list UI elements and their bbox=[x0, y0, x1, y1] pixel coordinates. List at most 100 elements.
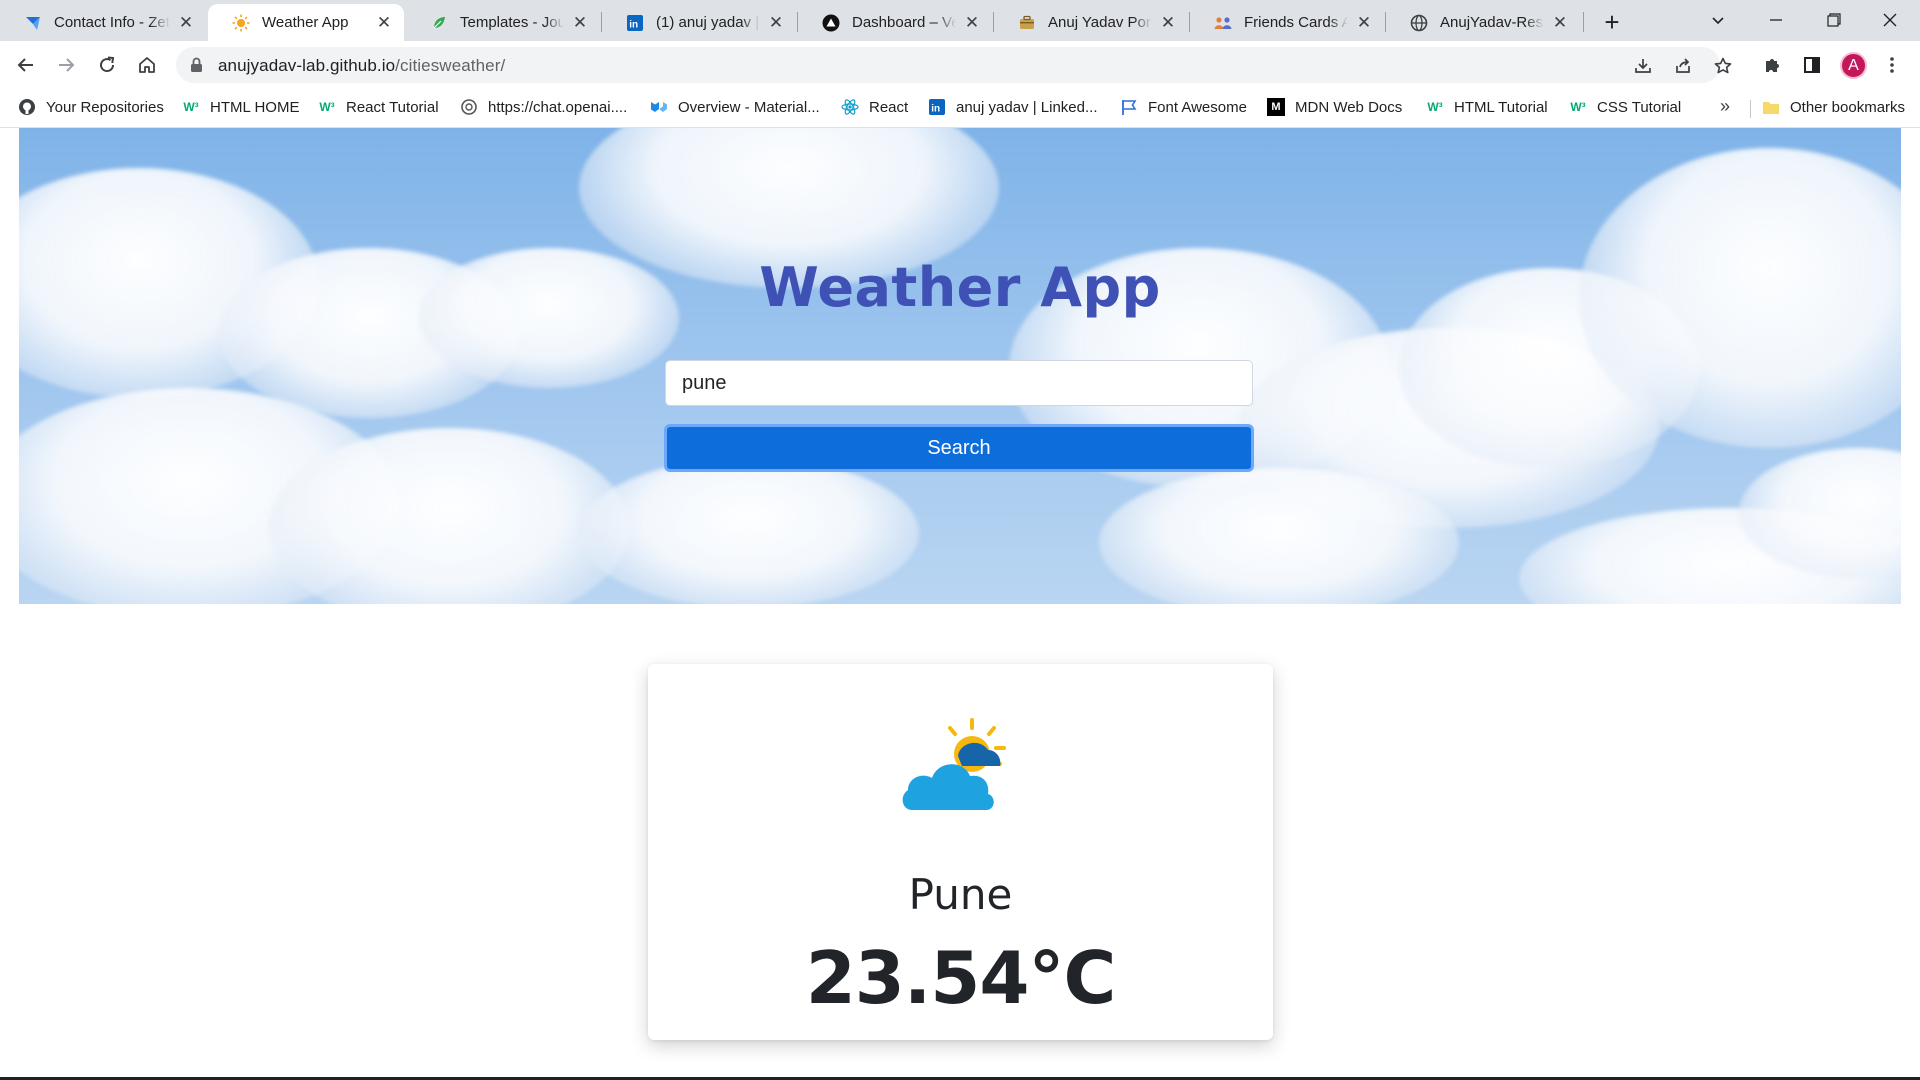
tab-title: Anuj Yadav Portfolio bbox=[1048, 14, 1152, 31]
w3schools-icon: W³ bbox=[1570, 100, 1586, 114]
bookmark-label: Font Awesome bbox=[1148, 98, 1247, 116]
bookmark-label: Overview - Material... bbox=[678, 98, 820, 116]
close-window-icon[interactable] bbox=[1870, 6, 1910, 34]
bookmark-label: Your Repositories bbox=[46, 98, 164, 116]
globe-icon bbox=[1410, 14, 1428, 32]
tab-linkedin[interactable]: in (1) anuj yadav | LinkedIn ✕ bbox=[602, 4, 796, 41]
tab-title: Dashboard – Vercel bbox=[852, 14, 956, 31]
close-tab-icon[interactable]: ✕ bbox=[766, 13, 786, 33]
vercel-icon bbox=[822, 14, 840, 32]
bookmark-mdn[interactable]: M MDN Web Docs bbox=[1267, 98, 1402, 116]
github-icon bbox=[18, 98, 36, 116]
bookmark-label: MDN Web Docs bbox=[1295, 98, 1403, 116]
url-text[interactable]: anujyadav-lab.github.io/citiesweather/ bbox=[218, 56, 505, 76]
w3schools-icon: W³ bbox=[319, 100, 335, 114]
tab-divider bbox=[1583, 12, 1584, 32]
restore-icon[interactable] bbox=[1814, 6, 1854, 34]
tab-search-icon[interactable] bbox=[1698, 6, 1738, 34]
weather-result-card: Pune 23.54°C bbox=[648, 664, 1273, 1040]
tab-templates[interactable]: Templates - Journal ✕ bbox=[406, 4, 600, 41]
journal-icon bbox=[430, 14, 448, 32]
bookmark-label: React Tutorial bbox=[346, 98, 439, 116]
close-tab-icon[interactable]: ✕ bbox=[1354, 13, 1374, 33]
tab-friends-cards[interactable]: Friends Cards App ✕ bbox=[1190, 4, 1384, 41]
sun-icon bbox=[232, 14, 250, 32]
bookmark-label: Other bookmarks bbox=[1790, 98, 1906, 116]
bookmarks-bar: Your Repositories W³ HTML HOME W³ React … bbox=[0, 90, 1920, 128]
svg-text:in: in bbox=[629, 19, 638, 30]
w3schools-icon: W³ bbox=[183, 100, 199, 114]
city-search-input[interactable] bbox=[665, 360, 1253, 406]
folder-icon bbox=[1762, 98, 1780, 116]
bookmark-react[interactable]: React bbox=[841, 98, 908, 116]
close-tab-icon[interactable]: ✕ bbox=[1158, 13, 1178, 33]
react-icon bbox=[841, 98, 859, 116]
tab-vercel-dashboard[interactable]: Dashboard – Vercel ✕ bbox=[798, 4, 992, 41]
flag-icon bbox=[1120, 98, 1138, 116]
url-host: anujyadav-lab.github.io bbox=[218, 56, 396, 75]
reload-icon[interactable] bbox=[91, 49, 123, 81]
tab-resume[interactable]: AnujYadav-Resume ✕ bbox=[1386, 4, 1580, 41]
tab-divider bbox=[1385, 12, 1386, 32]
install-app-icon[interactable] bbox=[1632, 55, 1654, 77]
tab-strip: Contact Info - Zety ✕ Weather App ✕ Temp… bbox=[0, 0, 1920, 41]
bookmark-label: HTML HOME bbox=[210, 98, 300, 116]
tab-contact-info[interactable]: Contact Info - Zety ✕ bbox=[0, 4, 206, 41]
zety-icon bbox=[24, 14, 42, 32]
bookmark-react-tutorial[interactable]: W³ React Tutorial bbox=[318, 98, 439, 116]
extensions-puzzle-icon[interactable] bbox=[1756, 49, 1788, 81]
bookmark-star-icon[interactable] bbox=[1712, 55, 1734, 77]
bookmark-html-tutorial[interactable]: W³ HTML Tutorial bbox=[1426, 98, 1547, 116]
browser-toolbar: anujyadav-lab.github.io/citiesweather/ A bbox=[0, 41, 1920, 90]
side-panel-icon[interactable] bbox=[1796, 49, 1828, 81]
tab-divider bbox=[993, 12, 994, 32]
bookmark-label: React bbox=[869, 98, 909, 116]
linkedin-icon: in bbox=[626, 14, 644, 32]
minimize-icon[interactable] bbox=[1756, 6, 1796, 34]
material-icon bbox=[650, 98, 668, 116]
other-bookmarks-folder[interactable]: Other bookmarks bbox=[1762, 98, 1905, 116]
forward-arrow-icon[interactable] bbox=[50, 49, 82, 81]
city-name: Pune bbox=[908, 870, 1013, 919]
tab-title: AnujYadav-Resume bbox=[1440, 14, 1544, 31]
bookmark-font-awesome[interactable]: Font Awesome bbox=[1120, 98, 1247, 116]
close-tab-icon[interactable]: ✕ bbox=[1550, 13, 1570, 33]
tab-divider bbox=[797, 12, 798, 32]
portfolio-icon bbox=[1018, 14, 1036, 32]
close-tab-icon[interactable]: ✕ bbox=[374, 13, 394, 33]
back-arrow-icon[interactable] bbox=[10, 49, 42, 81]
share-icon[interactable] bbox=[1672, 55, 1694, 77]
address-bar[interactable]: anujyadav-lab.github.io/citiesweather/ bbox=[176, 47, 1732, 83]
bookmark-label: anuj yadav | Linked... bbox=[956, 98, 1098, 116]
lock-icon[interactable] bbox=[190, 57, 203, 78]
menu-kebab-icon[interactable] bbox=[1876, 49, 1908, 81]
tab-title: (1) anuj yadav | LinkedIn bbox=[656, 14, 760, 31]
home-icon[interactable] bbox=[131, 49, 163, 81]
bookmark-chatgpt[interactable]: https://chat.openai.... bbox=[460, 98, 627, 116]
url-path: /citiesweather/ bbox=[395, 56, 506, 75]
tab-divider bbox=[601, 12, 602, 32]
tab-title: Contact Info - Zety bbox=[54, 14, 170, 31]
close-tab-icon[interactable]: ✕ bbox=[570, 13, 590, 33]
close-tab-icon[interactable]: ✕ bbox=[962, 13, 982, 33]
svg-text:in: in bbox=[931, 104, 940, 115]
temperature-value: 23.54°C bbox=[805, 936, 1117, 1020]
tab-title: Weather App bbox=[262, 14, 349, 31]
bookmark-label: https://chat.openai.... bbox=[488, 98, 628, 116]
bookmark-your-repositories[interactable]: Your Repositories bbox=[18, 98, 164, 116]
bookmarks-overflow-button[interactable]: » bbox=[1720, 96, 1730, 117]
close-tab-icon[interactable]: ✕ bbox=[176, 13, 196, 33]
bookmark-css-tutorial[interactable]: W³ CSS Tutorial bbox=[1569, 98, 1681, 116]
openai-icon bbox=[460, 98, 478, 116]
friends-icon bbox=[1214, 14, 1232, 32]
app-title: Weather App bbox=[759, 256, 1161, 319]
hero-sky-banner: Weather App Search bbox=[19, 128, 1901, 604]
bookmark-html-home[interactable]: W³ HTML HOME bbox=[182, 98, 299, 116]
bookmark-material-overview[interactable]: Overview - Material... bbox=[650, 98, 820, 116]
search-button[interactable]: Search bbox=[664, 424, 1254, 472]
new-tab-button[interactable]: + bbox=[1598, 7, 1626, 37]
tab-portfolio[interactable]: Anuj Yadav Portfolio ✕ bbox=[994, 4, 1188, 41]
profile-avatar[interactable]: A bbox=[1840, 52, 1867, 79]
bookmark-linkedin[interactable]: in anuj yadav | Linked... bbox=[928, 98, 1098, 116]
tab-weather-app[interactable]: Weather App ✕ bbox=[208, 4, 404, 41]
